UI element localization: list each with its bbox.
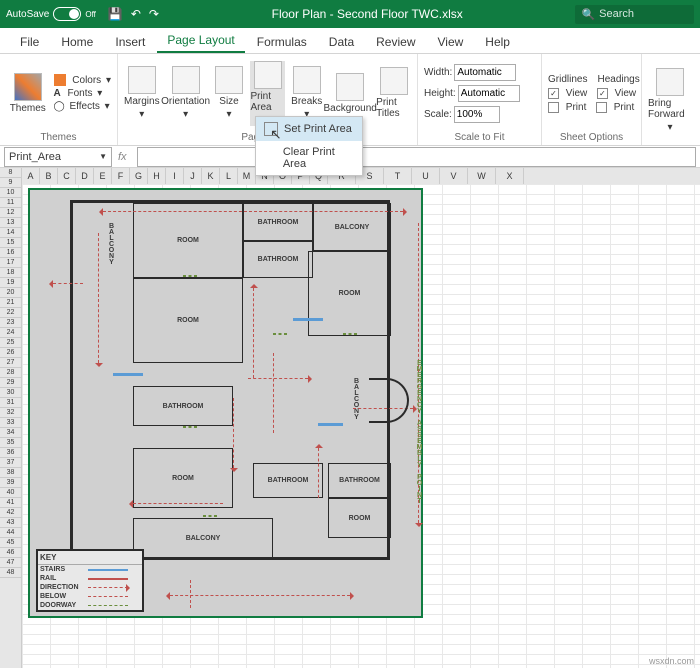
scale-input[interactable]: Scale: <box>424 106 520 123</box>
legend: KEY STAIRS RAIL DIRECTION BELOW DOORWAY <box>36 549 144 612</box>
themes-button[interactable]: Themes <box>6 73 50 114</box>
orientation-button[interactable]: Orientation▾ <box>164 66 208 120</box>
balcony-label: BALCONY <box>353 378 360 420</box>
room: ROOM <box>133 448 233 508</box>
room: ROOM <box>328 498 391 538</box>
bring-forward-button[interactable]: Bring Forward▾ <box>648 68 692 133</box>
headings-print-check[interactable] <box>596 102 607 113</box>
autosave-toggle[interactable]: AutoSave Off <box>6 7 96 21</box>
gridlines-view-check[interactable]: ✓ <box>548 88 559 99</box>
balcony-label: BALCONY <box>108 223 115 265</box>
worksheet[interactable]: 8910111213141516171819202122232425262728… <box>0 168 700 668</box>
room: ROOM <box>308 251 391 336</box>
search-input[interactable]: 🔍 Search <box>575 5 694 24</box>
size-button[interactable]: Size▾ <box>212 66 247 120</box>
name-box[interactable]: Print_Area▼ <box>4 147 112 167</box>
undo-icon[interactable]: ↶ <box>131 7 141 21</box>
clear-print-area-item[interactable]: Clear Print Area <box>256 141 362 175</box>
tab-formulas[interactable]: Formulas <box>247 31 317 53</box>
colors-button[interactable]: Colors ▾ <box>54 74 112 86</box>
titlebar: AutoSave Off 💾 ↶ ↷ Floor Plan - Second F… <box>0 0 700 28</box>
building-outline: ROOM BATHROOM BALCONY BATHROOM ROOM ROOM… <box>70 200 390 560</box>
formula-input[interactable] <box>137 147 696 167</box>
print-titles-button[interactable]: Print Titles <box>376 67 411 119</box>
breaks-button[interactable]: Breaks▾ <box>289 66 324 120</box>
tab-review[interactable]: Review <box>366 31 425 53</box>
bathroom: BATHROOM <box>243 203 313 241</box>
background-button[interactable]: Background <box>328 73 372 114</box>
tab-file[interactable]: File <box>10 31 49 53</box>
emergency-label: EMERGENCY ASSEMBLY POINT <box>416 360 423 504</box>
height-input[interactable]: Height: <box>424 85 520 102</box>
toggle-icon <box>53 7 81 21</box>
balcony: BALCONY <box>133 518 273 558</box>
search-icon: 🔍 <box>581 8 595 21</box>
headings-view-check[interactable]: ✓ <box>597 88 608 99</box>
tab-view[interactable]: View <box>428 31 474 53</box>
ribbon-tabs: File Home Insert Page Layout Formulas Da… <box>0 28 700 54</box>
tab-data[interactable]: Data <box>319 31 364 53</box>
save-icon[interactable]: 💾 <box>108 7 123 21</box>
window-title: Floor Plan - Second Floor TWC.xlsx <box>165 7 569 21</box>
tab-page-layout[interactable]: Page Layout <box>157 29 244 53</box>
effects-button[interactable]: ◯ Effects ▾ <box>54 101 112 112</box>
room: ROOM <box>133 278 243 363</box>
bathroom: BATHROOM <box>243 241 313 278</box>
tab-home[interactable]: Home <box>51 31 103 53</box>
width-input[interactable]: Width: <box>424 64 520 81</box>
row-headers[interactable]: 8910111213141516171819202122232425262728… <box>0 168 22 668</box>
bathroom: BATHROOM <box>133 386 233 426</box>
gridlines-print-check[interactable] <box>548 102 559 113</box>
floor-plan-selection: ROOM BATHROOM BALCONY BATHROOM ROOM ROOM… <box>28 188 423 618</box>
tab-help[interactable]: Help <box>475 31 520 53</box>
margins-button[interactable]: Margins▾ <box>124 66 160 120</box>
redo-icon[interactable]: ↷ <box>149 7 159 21</box>
tab-insert[interactable]: Insert <box>105 31 155 53</box>
cursor-icon: ↖ <box>270 126 282 143</box>
bathroom: BATHROOM <box>253 463 323 498</box>
grid-area[interactable]: ROOM BATHROOM BALCONY BATHROOM ROOM ROOM… <box>22 184 700 668</box>
watermark: wsxdn.com <box>649 656 694 666</box>
fx-icon[interactable]: fx <box>112 151 133 163</box>
print-area-dropdown: Set Print Area Clear Print Area <box>255 116 363 176</box>
room: ROOM <box>133 203 243 278</box>
bathroom: BATHROOM <box>328 463 391 498</box>
fonts-button[interactable]: A Fonts ▾ <box>54 88 112 99</box>
